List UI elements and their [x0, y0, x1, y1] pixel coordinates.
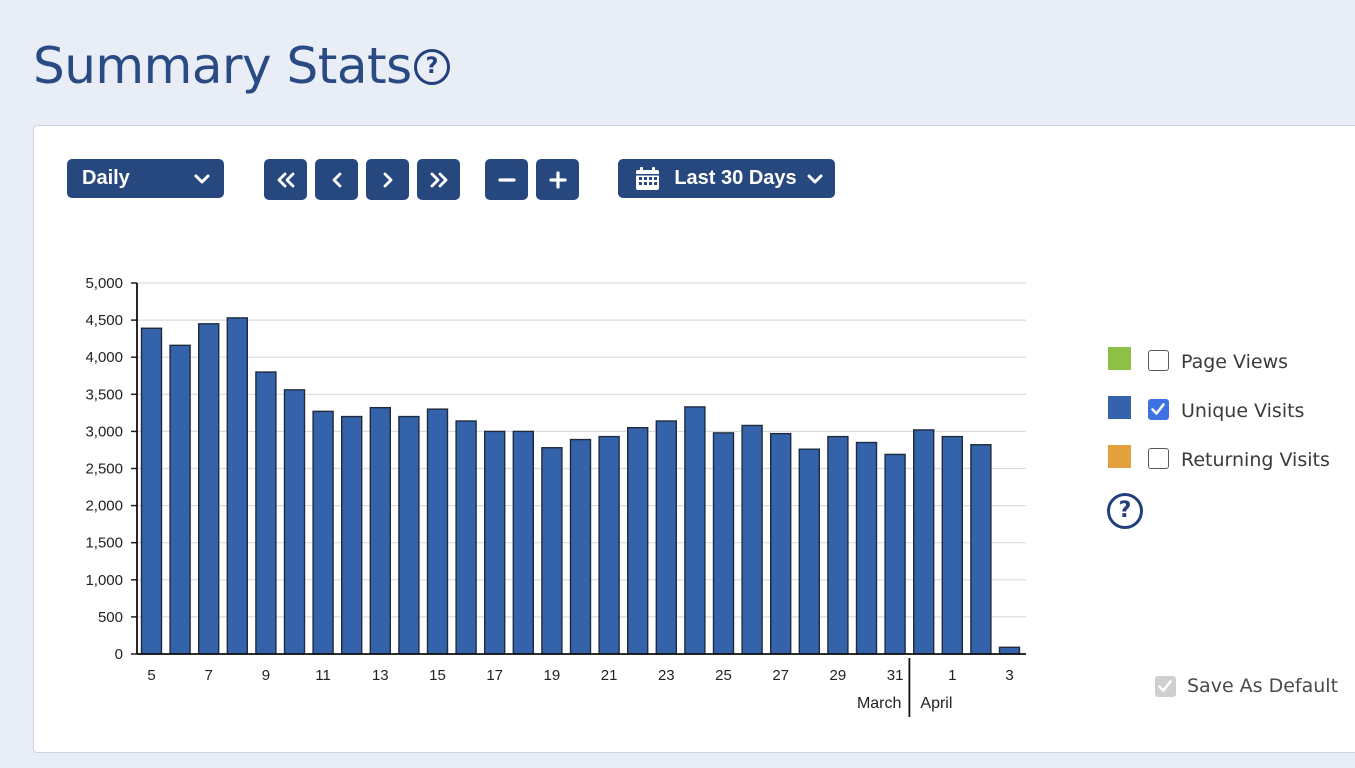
x-tick-label: 3: [1005, 667, 1013, 684]
x-tick-label: 13: [372, 667, 389, 684]
bar: [684, 406, 706, 655]
y-tick-label: 1,000: [85, 572, 123, 589]
page-views-checkbox[interactable]: [1148, 350, 1169, 371]
bar: [369, 406, 391, 655]
x-tick-label: 21: [601, 667, 618, 684]
unique-visits-bar-chart: 0 500 1,000 1,500 2,000 2,500 3,000 3,500 4,000 4…: [85, 275, 1026, 717]
bar: [913, 429, 935, 655]
bar: [169, 344, 191, 655]
bar: [855, 441, 878, 655]
bar: [827, 435, 849, 655]
y-tick-label: 500: [98, 609, 123, 626]
returning-visits-label: Returning Visits: [1181, 449, 1330, 471]
bar: [770, 432, 792, 655]
y-tick-label: 1,500: [85, 535, 123, 552]
bar: [455, 420, 477, 655]
unique-visits-checkbox[interactable]: [1148, 399, 1169, 420]
bar: [998, 646, 1021, 655]
month-label-april: April: [920, 695, 952, 712]
x-tick-label: 19: [544, 667, 561, 684]
bar: [970, 444, 992, 655]
x-tick-label: 7: [205, 667, 213, 684]
bar: [426, 408, 449, 655]
x-tick-label: 15: [429, 667, 446, 684]
x-tick-label: 5: [147, 667, 155, 684]
checkmark-icon: [1151, 403, 1165, 415]
bar: [197, 323, 220, 655]
x-tick-label: 11: [315, 667, 331, 684]
bar: [255, 371, 277, 655]
x-tick-label: 29: [830, 667, 847, 684]
bar: [884, 453, 906, 655]
unique-visits-label: Unique Visits: [1181, 400, 1305, 422]
x-tick-label: 17: [486, 667, 503, 684]
x-tick-label: 27: [772, 667, 789, 684]
x-tick-label: 31: [887, 667, 904, 684]
returning-visits-swatch: [1108, 445, 1131, 468]
bar: [655, 420, 677, 655]
y-tick-label: 5,000: [85, 275, 123, 292]
bar: [398, 415, 420, 655]
bar: [283, 389, 306, 655]
x-tick-label: 1: [948, 667, 956, 684]
page-views-label: Page Views: [1181, 351, 1289, 373]
x-tick-label: 25: [715, 667, 732, 684]
y-tick-label: 3,500: [85, 386, 123, 403]
save-as-default-label: Save As Default: [1187, 675, 1339, 697]
x-tick-label: 9: [262, 667, 270, 684]
bar: [341, 415, 363, 655]
bar: [941, 435, 963, 655]
returning-visits-checkbox[interactable]: [1148, 448, 1169, 469]
unique-visits-swatch: [1108, 396, 1131, 419]
y-tick-label: 4,000: [85, 349, 123, 366]
bar: [484, 430, 506, 655]
bar: [226, 317, 249, 655]
page-views-swatch: [1108, 347, 1131, 370]
y-tick-label: 2,000: [85, 498, 123, 515]
bar: [512, 430, 534, 655]
x-tick-label: 23: [658, 667, 675, 684]
bar: [140, 327, 163, 655]
y-tick-label: 4,500: [85, 312, 123, 329]
y-tick-label: 3,000: [85, 423, 123, 440]
bar: [627, 426, 649, 655]
legend-help-icon[interactable]: ?: [1107, 493, 1143, 529]
month-label-march: March: [857, 695, 901, 712]
bar: [312, 410, 334, 655]
bar: [798, 448, 820, 655]
y-tick-label: 0: [115, 646, 123, 663]
bar: [741, 424, 763, 655]
bar: [598, 435, 620, 655]
save-as-default-checkbox[interactable]: [1155, 676, 1176, 697]
bar: [569, 438, 592, 655]
bar: [712, 432, 735, 655]
y-tick-label: 2,500: [85, 461, 123, 478]
checkmark-icon: [1158, 680, 1172, 692]
bar: [541, 447, 563, 655]
